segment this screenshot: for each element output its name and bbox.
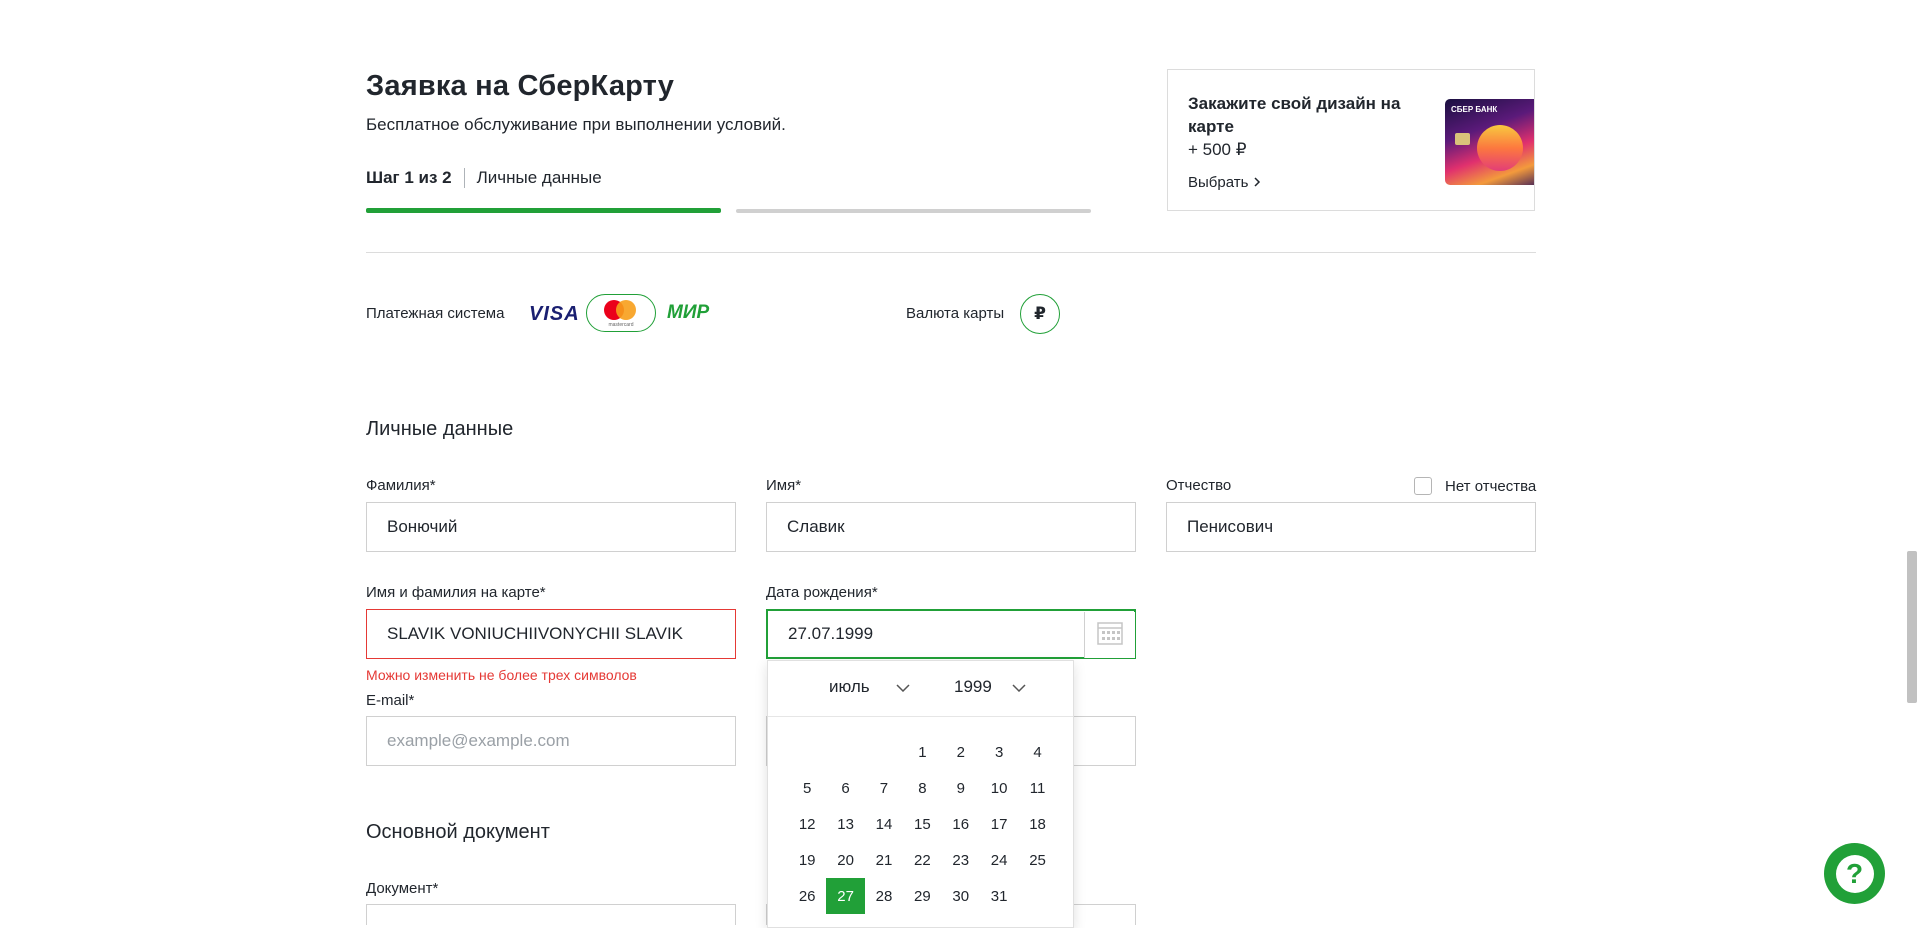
calendar-day[interactable]: 13 [826,806,864,842]
surname-label: Фамилия* [366,477,436,494]
calendar-day[interactable]: 19 [788,842,826,878]
calendar-day[interactable]: 7 [865,770,903,806]
calendar-day[interactable]: 9 [942,770,980,806]
calendar-day[interactable]: 6 [826,770,864,806]
document-section-title: Основной документ [366,821,550,843]
calendar-button[interactable] [1084,612,1135,658]
calendar-day[interactable]: 23 [942,842,980,878]
calendar-empty-cell [788,734,826,770]
calendar-day[interactable]: 31 [980,878,1018,914]
name-input[interactable] [766,502,1136,552]
month-value: июль [829,677,870,696]
calendar-day[interactable]: 1 [903,734,941,770]
calendar-day[interactable]: 16 [942,806,980,842]
promo-price: + 500 ₽ [1188,140,1247,159]
chevron-right-icon [1253,174,1261,191]
card-chip [1455,133,1470,145]
card-bank-logo: СБЕР БАНК [1451,105,1498,114]
name-label: Имя* [766,477,802,494]
calendar-empty-cell [865,734,903,770]
custom-design-promo: Закажите свой дизайн на карте + 500 ₽ Вы… [1167,69,1535,211]
step-indicator: Шаг 1 из 2 Личные данные [366,168,602,188]
card-design-image[interactable]: СБЕР БАНК [1445,99,1534,185]
patronymic-label: Отчество [1166,477,1232,494]
month-select[interactable]: июль [829,677,910,697]
email-label: E-mail* [366,692,415,709]
promo-title: Закажите свой дизайн на карте [1188,94,1401,136]
dob-label: Дата рождения* [766,584,878,601]
calendar-day[interactable]: 15 [903,806,941,842]
question-icon: ? [1835,854,1874,893]
card-name-input[interactable] [366,609,736,659]
chevron-down-icon [896,677,910,697]
calendar-day[interactable]: 5 [788,770,826,806]
patronymic-input[interactable] [1166,502,1536,552]
payment-mastercard-option[interactable]: mastercard [586,294,656,332]
calendar-day-selected[interactable]: 27 [826,878,865,914]
currency-rub-option[interactable]: ₽ [1020,294,1060,334]
card-name-error: Можно изменить не более трех символов [366,667,637,683]
header-divider [366,252,1536,253]
document-select[interactable] [366,904,736,925]
personal-section-title: Личные данные [366,418,514,440]
card-sun-graphic [1477,125,1523,171]
calendar-day[interactable]: 3 [980,734,1018,770]
help-chat-button[interactable]: ? [1824,843,1885,904]
year-select[interactable]: 1999 [954,677,1026,697]
no-patronymic-checkbox[interactable] [1414,477,1432,495]
calendar-day[interactable]: 24 [980,842,1018,878]
step-separator [463,168,465,188]
calendar-empty-cell [826,734,864,770]
calendar-day[interactable]: 14 [865,806,903,842]
page-scrollbar[interactable] [1904,0,1920,925]
calendar-day[interactable]: 29 [903,878,941,914]
calendar-day[interactable]: 12 [788,806,826,842]
payment-mir-option[interactable]: МИР [667,302,709,324]
calendar-day[interactable]: 17 [980,806,1018,842]
calendar-day[interactable]: 21 [865,842,903,878]
chevron-down-icon [1012,677,1026,697]
datepicker-header: июль 1999 [768,661,1073,717]
calendar-day[interactable]: 2 [942,734,980,770]
datepicker-popup: июль 1999 1 2 3 4 5 6 7 8 9 10 11 12 13 14 15 16 17 18 19 2… [767,660,1074,928]
calendar-day[interactable]: 30 [942,878,980,914]
surname-input[interactable] [366,502,736,552]
calendar-day[interactable]: 20 [826,842,864,878]
calendar-day[interactable]: 22 [903,842,941,878]
page-subtitle: Бесплатное обслуживание при выполнении у… [366,115,786,134]
payment-visa-option[interactable]: VISA [529,303,580,326]
year-value: 1999 [954,677,992,696]
progress-step-1 [366,208,721,213]
calendar-day[interactable]: 25 [1018,842,1056,878]
currency-label: Валюта карты [906,305,1005,322]
mastercard-wordmark: mastercard [608,322,634,328]
calendar-day[interactable]: 4 [1018,734,1056,770]
email-input[interactable] [366,716,736,766]
calendar-day[interactable]: 11 [1018,770,1056,806]
card-name-label: Имя и фамилия на карте* [366,584,546,601]
calendar-day[interactable]: 8 [903,770,941,806]
calendar-day[interactable]: 10 [980,770,1018,806]
progress-step-2 [736,209,1091,213]
step-name: Личные данные [476,168,602,187]
document-label: Документ* [366,880,439,897]
calendar-day[interactable]: 28 [865,878,903,914]
step-number: Шаг 1 из 2 [366,168,452,187]
calendar-day[interactable]: 18 [1018,806,1056,842]
datepicker-days-grid: 1 2 3 4 5 6 7 8 9 10 11 12 13 14 15 16 17 18 19 20 21 22 23 24 2… [788,734,1058,914]
promo-choose-link[interactable]: Выбрать [1188,174,1261,191]
scrollbar-thumb[interactable] [1907,551,1917,703]
calendar-day[interactable]: 26 [788,878,826,914]
calendar-icon [1097,621,1123,650]
no-patronymic-label[interactable]: Нет отчества [1445,478,1536,495]
page-title: Заявка на СберКарту [366,70,675,102]
promo-link-label: Выбрать [1188,174,1249,191]
dob-input[interactable] [766,609,1136,659]
mastercard-yellow-circle [616,300,636,320]
payment-system-label: Платежная система [366,305,505,322]
